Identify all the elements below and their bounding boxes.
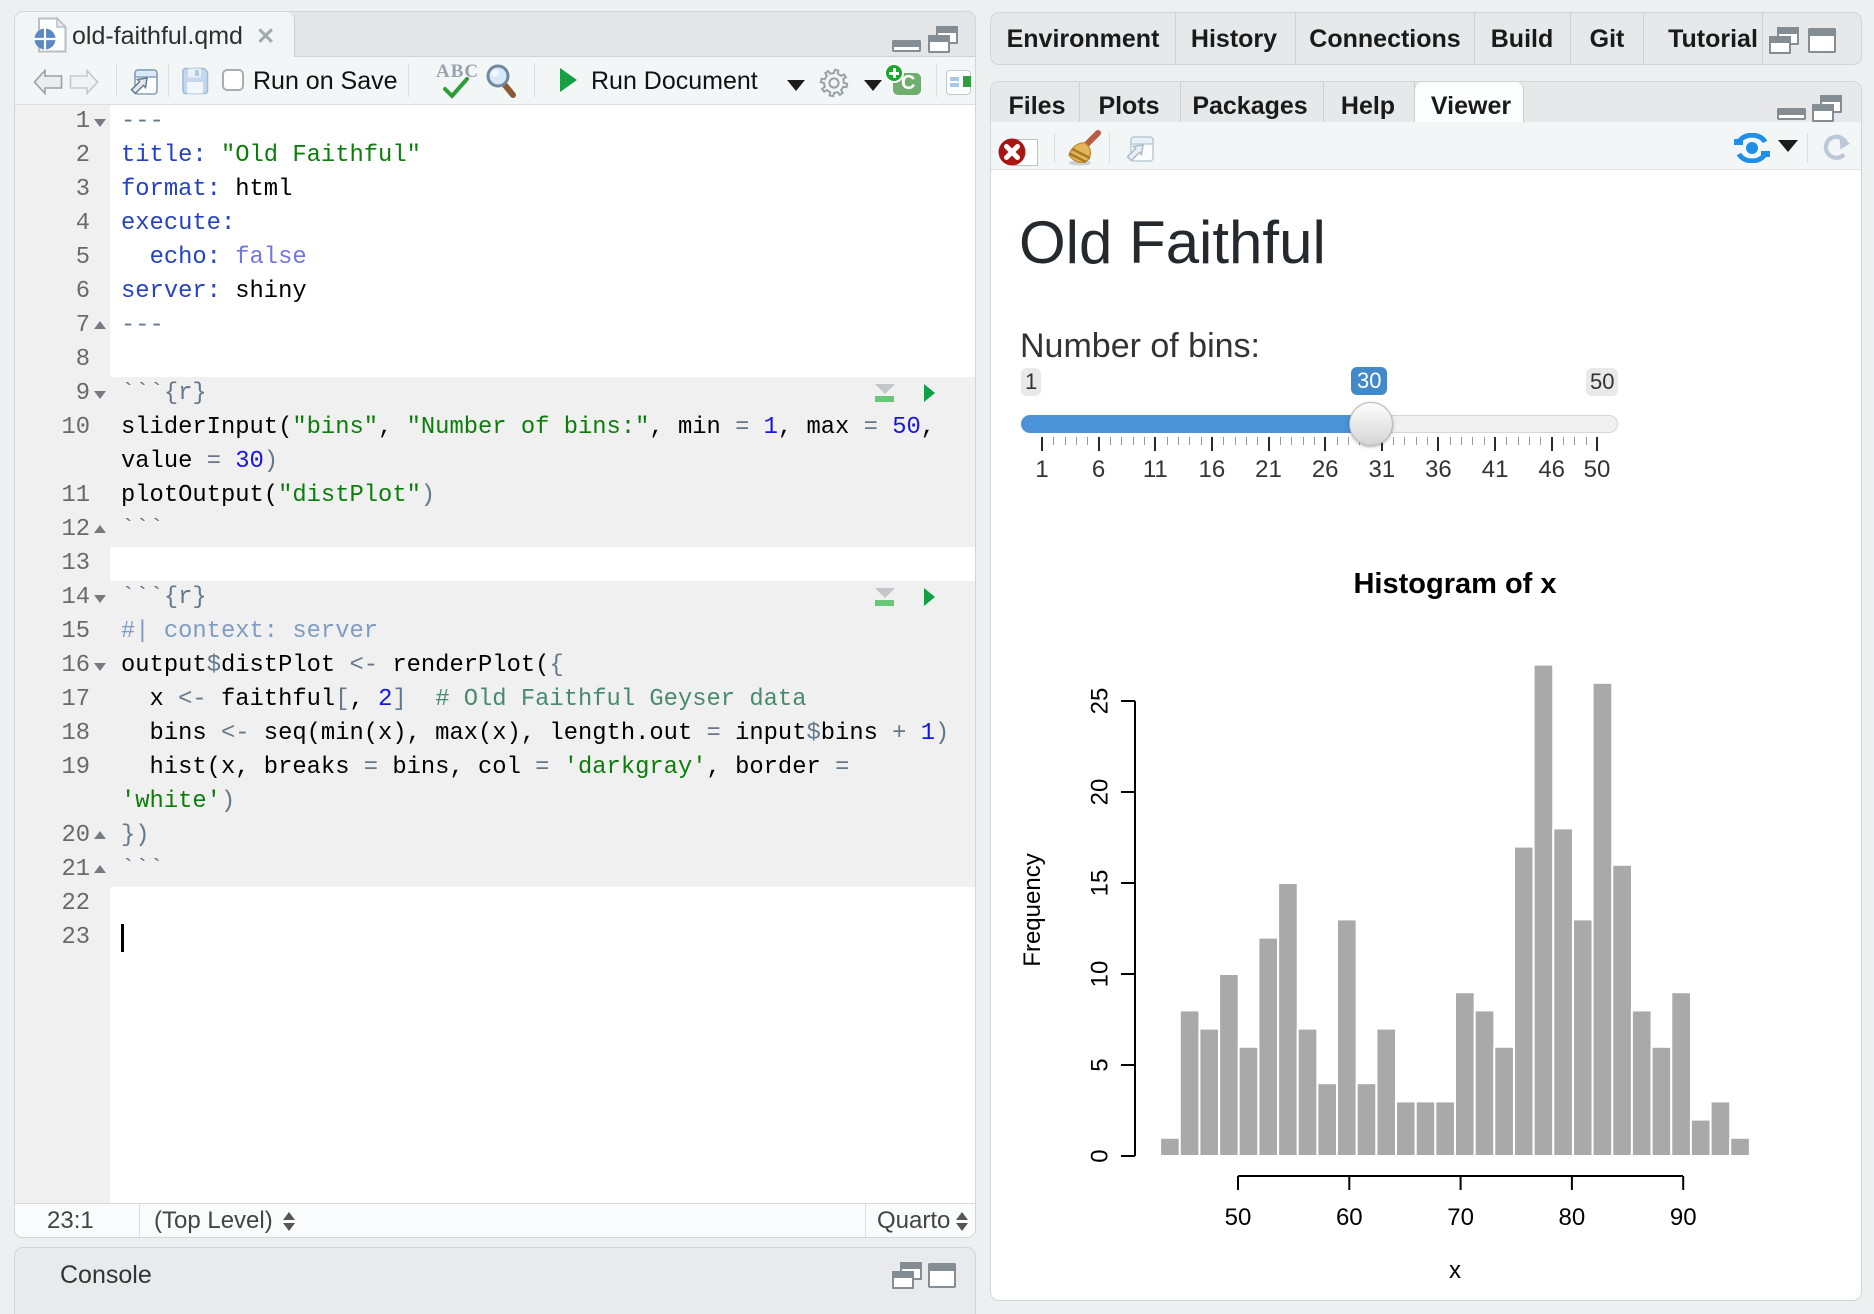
svg-text:90: 90 <box>1670 1204 1697 1231</box>
svg-text:5: 5 <box>1086 1058 1113 1071</box>
svg-text:60: 60 <box>1336 1204 1363 1231</box>
svg-text:80: 80 <box>1559 1204 1586 1231</box>
svg-text:Histogram of x: Histogram of x <box>1353 568 1556 600</box>
svg-text:70: 70 <box>1447 1204 1474 1231</box>
svg-text:x: x <box>1449 1257 1461 1284</box>
svg-text:Frequency: Frequency <box>1019 853 1046 966</box>
svg-text:0: 0 <box>1086 1149 1113 1162</box>
svg-text:25: 25 <box>1086 688 1113 715</box>
svg-text:20: 20 <box>1086 779 1113 806</box>
svg-text:15: 15 <box>1086 870 1113 897</box>
svg-text:50: 50 <box>1225 1204 1252 1231</box>
svg-text:10: 10 <box>1086 961 1113 988</box>
